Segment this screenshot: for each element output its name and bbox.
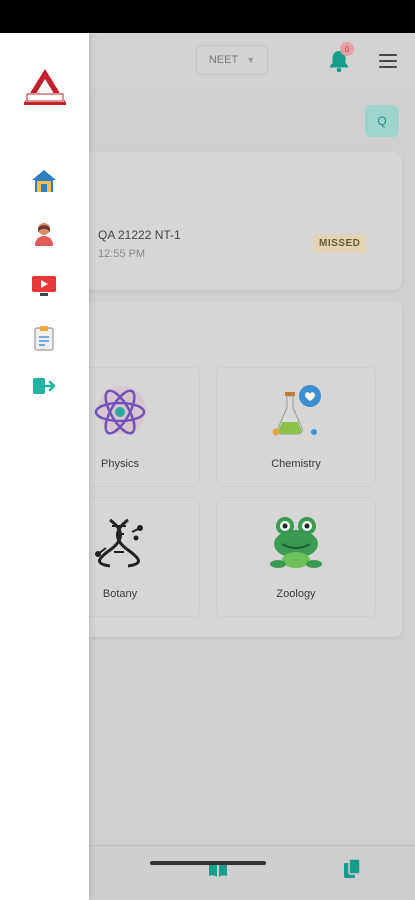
clipboard-icon xyxy=(34,326,54,351)
flask-icon xyxy=(272,385,321,436)
menu-icon[interactable] xyxy=(379,54,397,68)
drawer-item-tests[interactable] xyxy=(30,324,58,352)
logo-icon xyxy=(24,69,66,105)
subject-label: Chemistry xyxy=(271,458,321,470)
exam-selector[interactable]: NEET ▼ xyxy=(196,45,268,75)
subject-tile-chemistry[interactable]: Chemistry xyxy=(216,367,376,487)
drawer-item-videos[interactable] xyxy=(30,272,58,300)
side-drawer xyxy=(0,33,89,900)
drawer-item-home[interactable] xyxy=(30,167,58,195)
home-icon xyxy=(32,170,56,192)
logout-icon xyxy=(33,378,56,394)
exam-selector-value: NEET xyxy=(208,54,239,66)
subject-label: Zoology xyxy=(276,588,316,600)
subjects-card: Physics Chemistry Botany Zoology xyxy=(40,301,402,637)
caret-down-icon: ▼ xyxy=(246,55,256,65)
video-icon xyxy=(32,276,56,296)
status-badge: MISSED xyxy=(313,234,367,253)
search-button[interactable]: Q xyxy=(365,105,399,137)
test-name: QA 21222 NT-1 xyxy=(98,228,181,242)
test-card[interactable]: QA 21222 NT-1 12:55 PM MISSED xyxy=(70,152,402,290)
status-bar xyxy=(0,0,415,33)
subject-tile-zoology[interactable]: Zoology xyxy=(216,497,376,617)
drawer-item-logout[interactable] xyxy=(30,372,58,400)
notification-badge: 0 xyxy=(340,42,354,56)
drawer-item-profile[interactable] xyxy=(30,220,58,248)
home-indicator[interactable] xyxy=(150,861,266,865)
atom-icon xyxy=(94,386,146,435)
test-time: 12:55 PM xyxy=(98,248,146,260)
profile-icon xyxy=(35,223,53,246)
frog-icon xyxy=(270,517,322,568)
dna-icon xyxy=(95,518,143,568)
documents-icon[interactable] xyxy=(343,858,361,880)
